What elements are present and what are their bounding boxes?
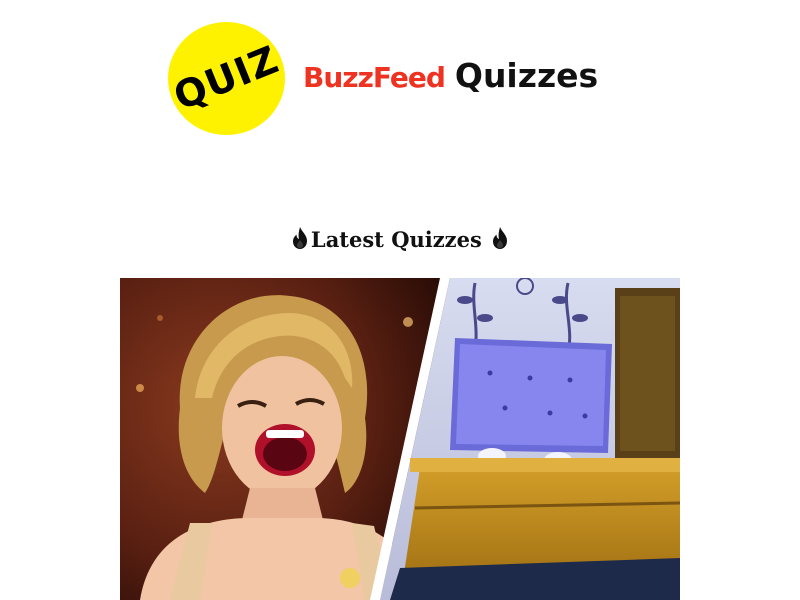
buzzfeed-logo-text: BuzzFeed [303,61,446,94]
brand-wordmark[interactable]: BuzzFeed Quizzes [303,56,598,106]
fire-icon [493,227,508,249]
section-title: Latest Quizzes [310,227,482,252]
featured-quiz-image[interactable] [120,278,680,600]
section-heading: Latest Quizzes [0,226,800,252]
site-header: QUIZ BuzzFeed Quizzes [0,20,800,136]
quiz-thumbnail-illustration [120,278,680,600]
fire-icon [292,227,307,249]
page: QUIZ BuzzFeed Quizzes Latest Quizzes [0,0,800,600]
quiz-badge-logo[interactable]: QUIZ [168,22,285,135]
quiz-badge-text: QUIZ [167,37,286,119]
quizzes-logo-text: Quizzes [454,56,599,95]
